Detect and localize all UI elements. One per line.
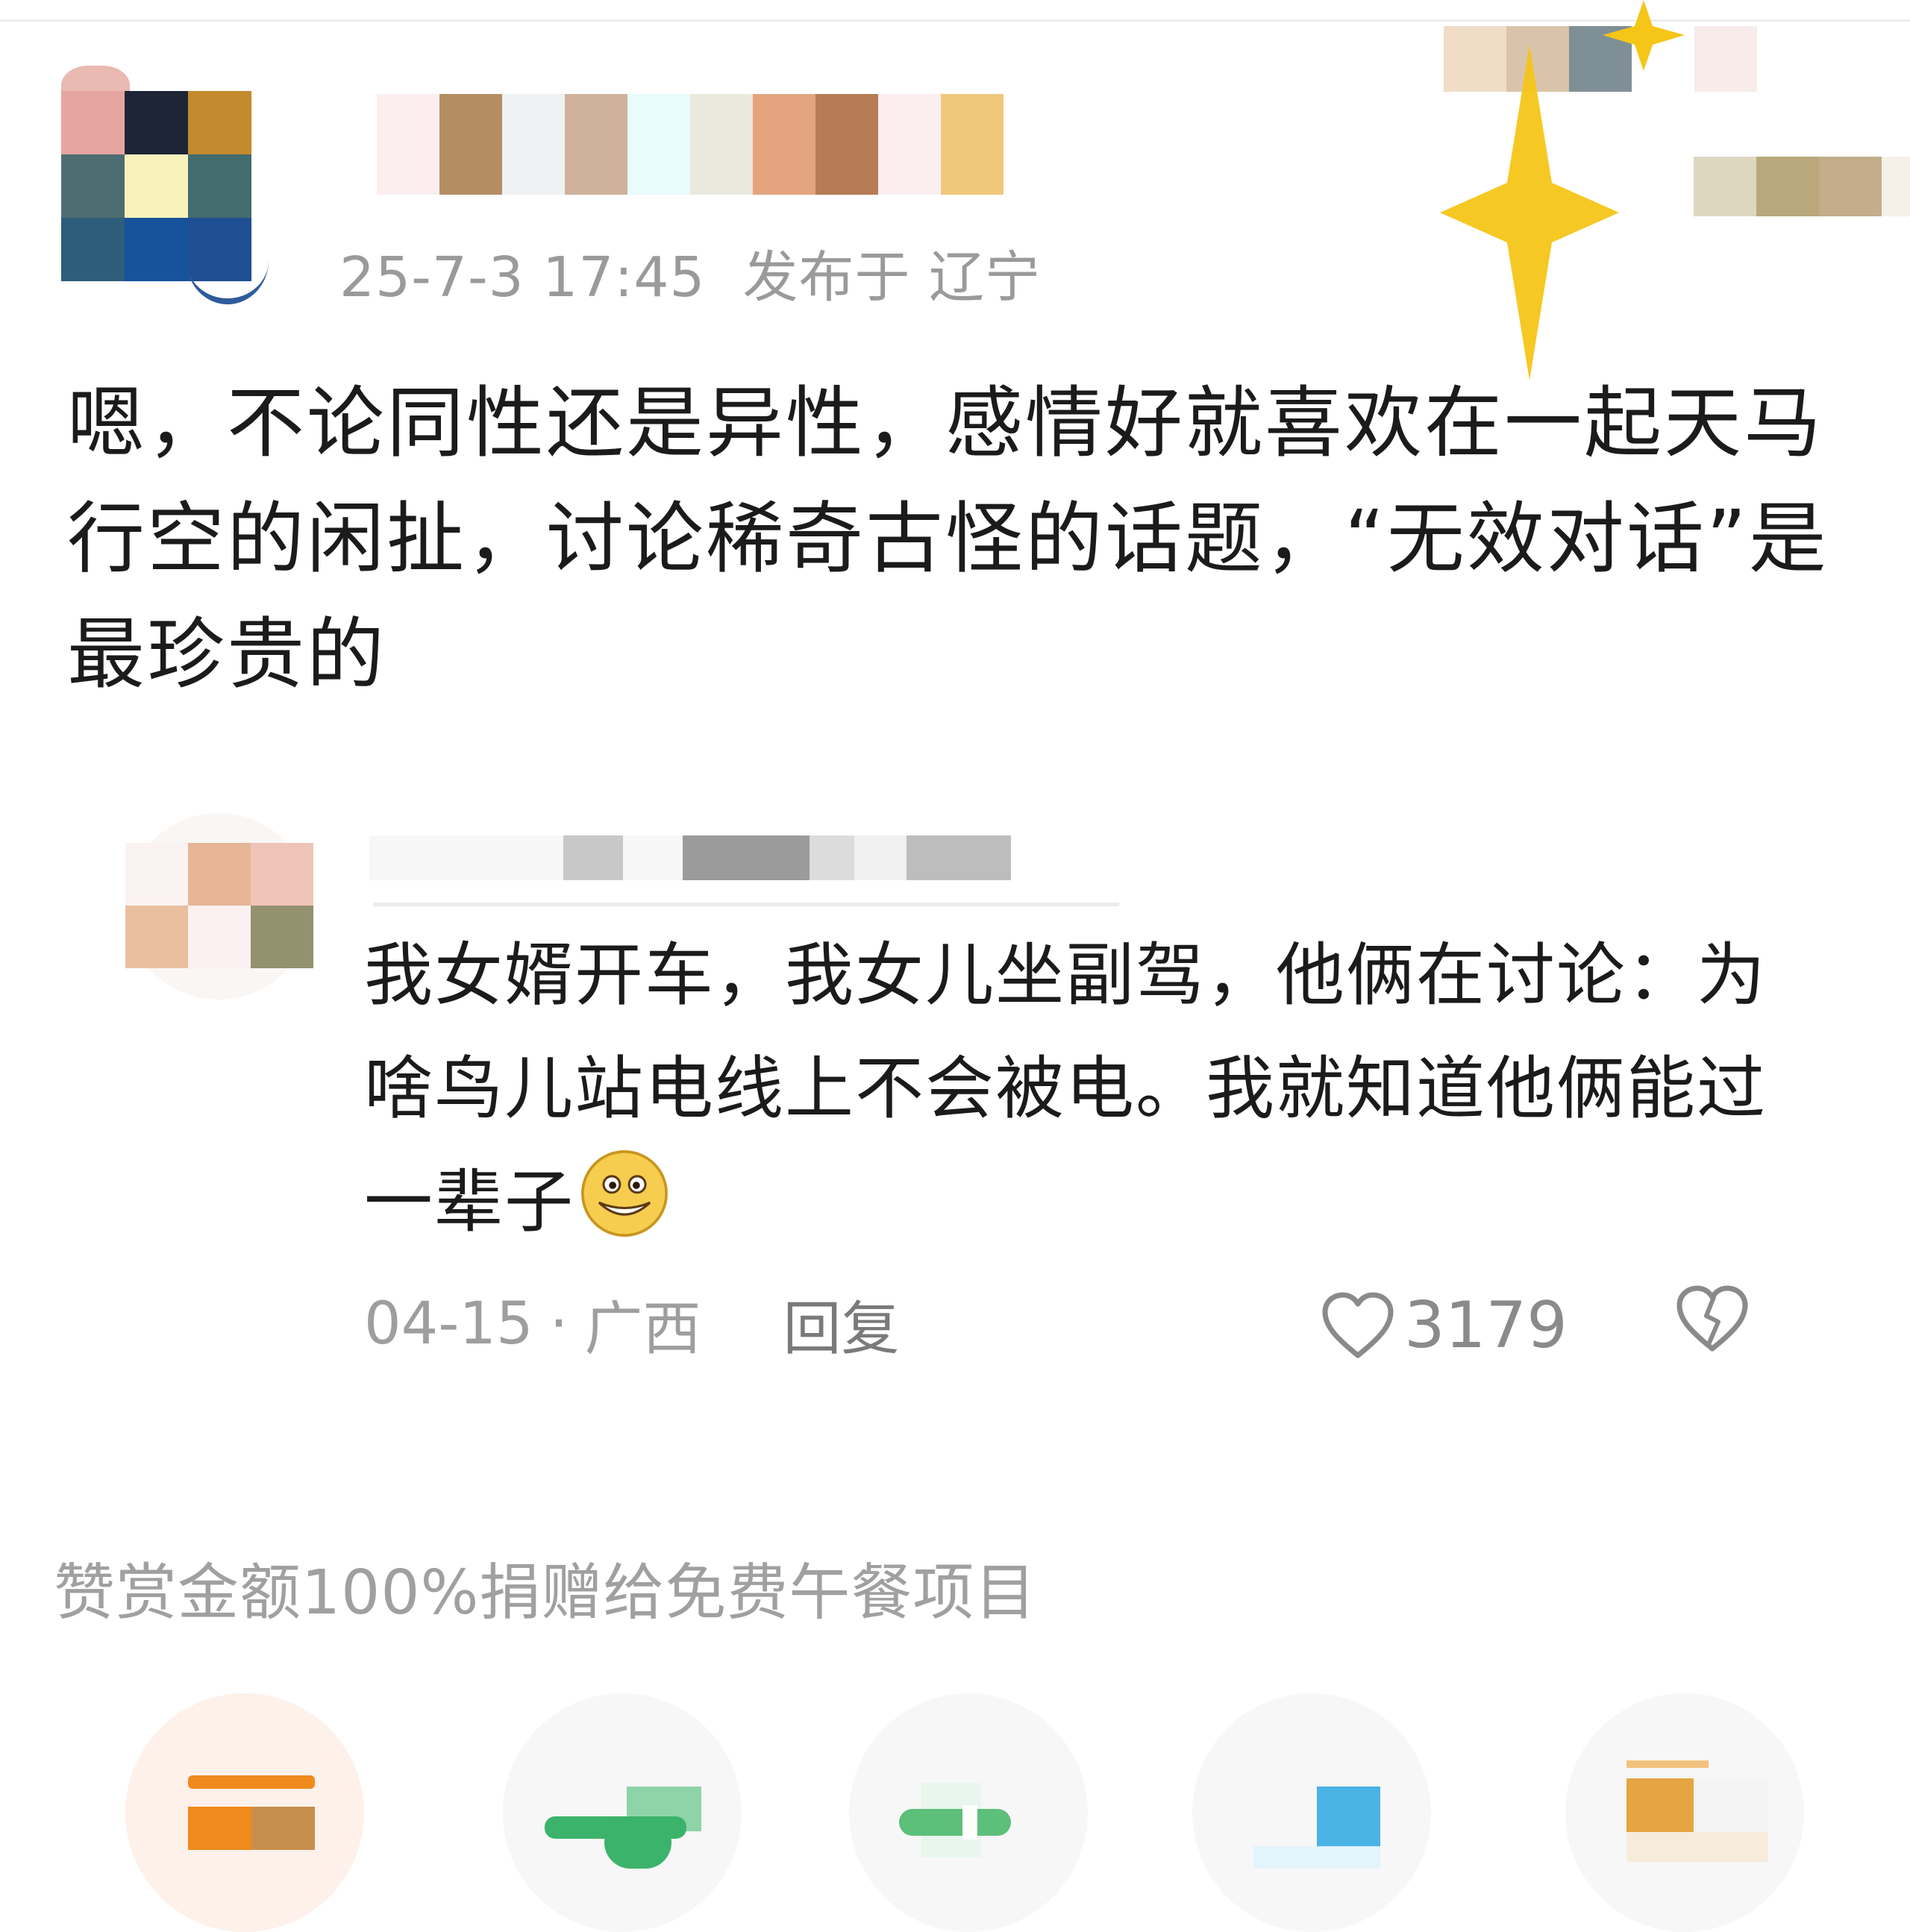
reply-region: 广西 <box>584 1296 701 1363</box>
reward-note: 赞赏金额100%捐赠给免费午餐项目 <box>54 1558 1037 1628</box>
reply-avatar[interactable] <box>125 843 313 968</box>
moments-icon <box>892 1783 1018 1857</box>
reply-body: 我女婿开车，我女儿坐副驾，他俩在讨论：为啥鸟儿站电线上不会被电。我就知道他俩能过… <box>364 919 1782 1259</box>
reply-author-name-blurred[interactable] <box>369 835 1011 880</box>
qq-icon <box>1253 1787 1380 1869</box>
post-timestamp: 25-7-3 17:45 <box>339 245 706 310</box>
post-meta: 25-7-3 17:45 发布于 辽宁 <box>339 233 1041 313</box>
author-name-blurred[interactable] <box>377 94 1003 195</box>
post-location: 发布于 辽宁 <box>742 245 1042 310</box>
wechat-icon <box>545 1787 701 1869</box>
reply-meta: 04-15 · 广西 回复 <box>364 1283 899 1365</box>
reply-body-text: 我女婿开车，我女儿坐副驾，他俩在讨论：为啥鸟儿站电线上不会被电。我就知道他俩能过… <box>364 935 1767 1242</box>
heart-outline-icon <box>1322 1292 1394 1358</box>
decoration-image-strip-2 <box>1694 157 1910 216</box>
reply-date: 04-15 <box>364 1290 533 1358</box>
reply-name-underline <box>373 903 1119 906</box>
broken-heart-icon[interactable] <box>1675 1285 1750 1353</box>
reward-icon <box>188 1775 315 1850</box>
sparkle-sticker-small <box>1603 0 1685 71</box>
reply-meta-separator: · <box>549 1290 569 1358</box>
more-share-icon <box>1626 1760 1768 1865</box>
grinning-emoji-icon <box>581 1150 668 1237</box>
like-button[interactable]: 3179 <box>1321 1285 1568 1367</box>
avatar-frame <box>187 216 269 304</box>
reply-button[interactable]: 回复 <box>783 1282 899 1366</box>
like-count: 3179 <box>1404 1288 1568 1363</box>
post-body: 嗯，不论同性还是异性，感情好就喜欢在一起天马行空的闲扯，讨论稀奇古怪的话题，“无… <box>67 377 1829 700</box>
sparkle-sticker-large <box>1440 45 1619 380</box>
